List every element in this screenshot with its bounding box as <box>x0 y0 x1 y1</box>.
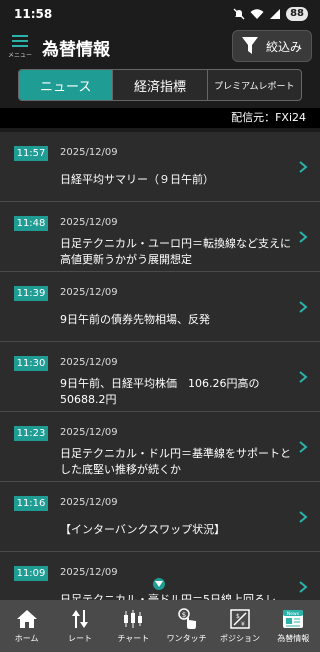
nav-chart[interactable]: チャート <box>107 600 160 652</box>
hamburger-icon <box>12 35 28 47</box>
nav-label: 為替情報 <box>277 634 310 643</box>
bottom-nav: ホーム レート チャート $ ワンタッチ $ ¥ ポジション News 為替情報 <box>0 600 320 652</box>
nav-one-touch[interactable]: $ ワンタッチ <box>160 600 213 652</box>
signal-icon <box>270 9 281 19</box>
one-touch-icon: $ <box>177 608 196 629</box>
home-icon <box>16 610 37 628</box>
svg-text:$: $ <box>236 613 240 620</box>
mute-icon <box>233 8 245 20</box>
news-item[interactable]: 11:48 2025/12/09 日足テクニカル・ユーロ円＝転換線など支えに高値… <box>0 202 320 272</box>
filter-button[interactable]: 絞込み <box>232 30 312 62</box>
news-date: 2025/12/09 <box>60 427 118 438</box>
news-item[interactable]: 11:39 2025/12/09 9日午前の債券先物相場、反発 <box>0 272 320 342</box>
news-time-badge: 11:48 <box>14 216 48 231</box>
tab-premium-report[interactable]: プレミアムレポート <box>208 70 301 100</box>
news-title: 9日午前の債券先物相場、反発 <box>60 313 210 326</box>
nav-label: ホーム <box>14 634 39 643</box>
tab-news[interactable]: ニュース <box>19 70 114 100</box>
news-item[interactable]: 11:23 2025/12/09 日足テクニカル・ドル円＝基準線をサポートとした… <box>0 412 320 482</box>
news-date: 2025/12/09 <box>60 287 118 298</box>
news-time-badge: 11:09 <box>14 566 48 581</box>
category-tabs: ニュース 経済指標 プレミアムレポート <box>18 69 302 101</box>
chevron-right-icon <box>299 161 308 173</box>
news-date: 2025/12/09 <box>60 147 118 158</box>
chevron-right-icon <box>299 441 308 453</box>
rate-icon <box>71 610 88 628</box>
menu-label: メニュー <box>7 52 32 59</box>
news-item[interactable]: 11:57 2025/12/09 日経平均サマリー（９日午前） <box>0 132 320 202</box>
status-icons: 88 <box>233 7 308 21</box>
wifi-icon <box>250 9 264 19</box>
status-bar: 11:58 88 <box>0 0 320 28</box>
svg-text:$: $ <box>181 611 185 619</box>
app-header: メニュー 為替情報 絞込み <box>0 28 320 66</box>
news-time-badge: 11:57 <box>14 146 48 161</box>
menu-button[interactable]: メニュー <box>4 29 36 65</box>
scroll-down-icon[interactable] <box>153 578 165 590</box>
nav-label: チャート <box>117 634 150 643</box>
filter-label: 絞込み <box>265 39 302 54</box>
chevron-right-icon <box>299 371 308 383</box>
news-time-badge: 11:39 <box>14 286 48 301</box>
chart-icon <box>124 610 143 628</box>
chevron-right-icon <box>299 581 308 593</box>
nav-rate[interactable]: レート <box>53 600 106 652</box>
status-time: 11:58 <box>14 7 53 21</box>
nav-position[interactable]: $ ¥ ポジション <box>213 600 266 652</box>
source-label: 配信元：FXi24 <box>0 108 320 128</box>
news-title: 日足テクニカル・ドル円＝基準線をサポートとした底堅い推移が続くか <box>60 447 291 476</box>
news-title: 日足テクニカル・豪ドル円＝5日線上回るレ <box>60 593 276 600</box>
news-time-badge: 11:30 <box>14 356 48 371</box>
news-date: 2025/12/09 <box>60 497 118 508</box>
chevron-right-icon <box>299 511 308 523</box>
nav-label: ポジション <box>219 634 260 643</box>
news-title: 日足テクニカル・ユーロ円＝転換線など支えに高値更新うかがう展開想定 <box>60 237 291 266</box>
news-date: 2025/12/09 <box>60 357 118 368</box>
filter-icon <box>241 37 258 54</box>
nav-label: レート <box>67 634 92 643</box>
nav-home[interactable]: ホーム <box>0 600 53 652</box>
news-time-badge: 11:16 <box>14 496 48 511</box>
nav-label: ワンタッチ <box>166 634 207 643</box>
news-title: 日経平均サマリー（９日午前） <box>60 173 214 186</box>
news-item[interactable]: 11:30 2025/12/09 9日午前、日経平均株価 106.26円高の50… <box>0 342 320 412</box>
news-list: 11:57 2025/12/09 日経平均サマリー（９日午前） 11:48 20… <box>0 132 320 600</box>
news-badge-text: News <box>287 611 300 617</box>
nav-fx-info[interactable]: News 為替情報 <box>267 600 320 652</box>
tab-economic-indicators[interactable]: 経済指標 <box>113 70 208 100</box>
page-title: 為替情報 <box>42 39 110 60</box>
battery-indicator: 88 <box>286 7 308 21</box>
position-icon: $ ¥ <box>230 609 250 629</box>
news-time-badge: 11:23 <box>14 426 48 441</box>
news-title: 9日午前、日経平均株価 106.26円高の50688.2円 <box>60 377 260 406</box>
svg-text:¥: ¥ <box>241 621 245 628</box>
news-date: 2025/12/09 <box>60 567 118 578</box>
news-item[interactable]: 11:09 2025/12/09 日足テクニカル・豪ドル円＝5日線上回るレ <box>0 552 320 600</box>
news-icon: News <box>283 610 304 628</box>
chevron-right-icon <box>299 301 308 313</box>
news-item[interactable]: 11:16 2025/12/09 【インターバンクスワップ状況】 <box>0 482 320 552</box>
chevron-right-icon <box>299 231 308 243</box>
news-date: 2025/12/09 <box>60 217 118 228</box>
news-title: 【インターバンクスワップ状況】 <box>60 523 226 536</box>
